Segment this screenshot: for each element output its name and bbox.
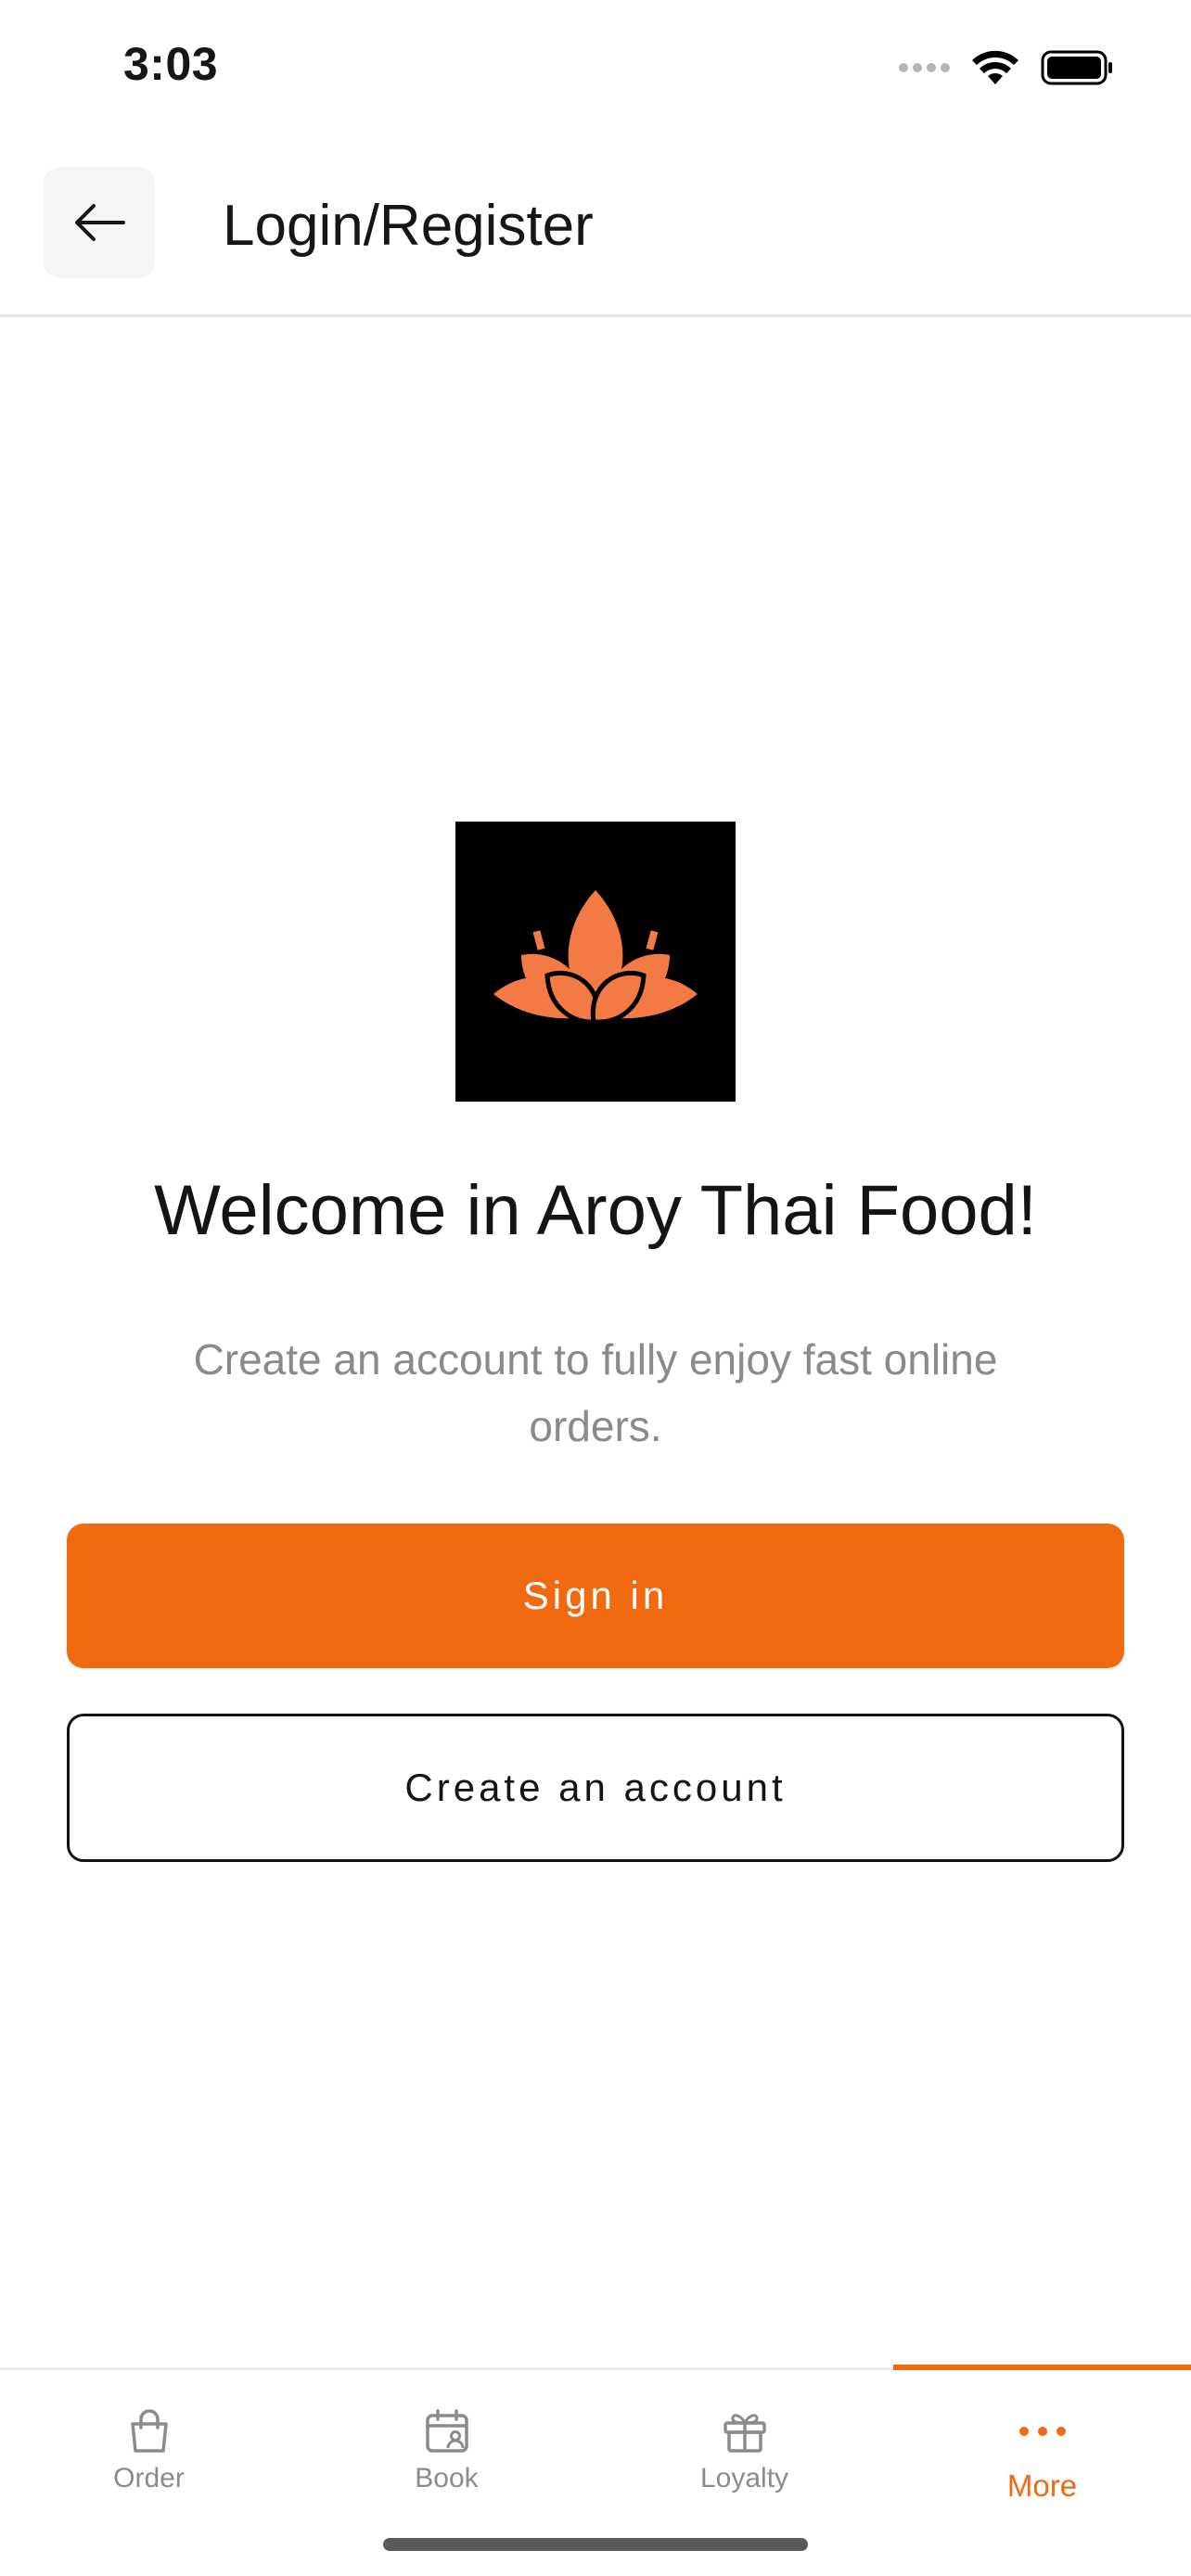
battery-icon bbox=[1041, 50, 1112, 85]
nav-item-loyalty[interactable]: Loyalty bbox=[596, 2370, 893, 2537]
nav-label-book: Book bbox=[415, 2463, 479, 2493]
home-indicator bbox=[383, 2538, 808, 2551]
create-account-button[interactable]: Create an account bbox=[67, 1714, 1124, 1862]
nav-label-order: Order bbox=[113, 2463, 185, 2493]
page-title: Login/Register bbox=[223, 194, 594, 258]
nav-item-book[interactable]: Book bbox=[298, 2370, 596, 2537]
nav-label-more: More bbox=[1006, 2468, 1078, 2503]
status-bar: 3:03 bbox=[0, 0, 1191, 139]
welcome-title: Welcome in Aroy Thai Food! bbox=[154, 1171, 1037, 1250]
shopping-bag-icon bbox=[130, 2409, 168, 2453]
sign-in-button[interactable]: Sign in bbox=[67, 1524, 1124, 1668]
nav-item-more[interactable]: More bbox=[893, 2370, 1191, 2537]
status-time: 3:03 bbox=[123, 38, 219, 90]
brand-logo bbox=[455, 822, 736, 1102]
wifi-icon bbox=[972, 50, 1018, 84]
back-button[interactable] bbox=[44, 167, 155, 278]
calendar-user-icon bbox=[425, 2409, 468, 2453]
lotus-logo-icon bbox=[493, 890, 698, 1025]
arrow-left-icon bbox=[75, 204, 125, 241]
app-header: Login/Register bbox=[0, 139, 1191, 317]
signal-icon bbox=[899, 63, 950, 72]
gift-icon bbox=[723, 2414, 766, 2453]
nav-label-loyalty: Loyalty bbox=[699, 2463, 789, 2493]
more-dots-icon bbox=[1018, 2427, 1066, 2436]
welcome-subtitle: Create an account to fully enjoy fast on… bbox=[193, 1335, 998, 1450]
nav-item-order[interactable]: Order bbox=[0, 2370, 298, 2537]
status-icons bbox=[899, 45, 1115, 91]
